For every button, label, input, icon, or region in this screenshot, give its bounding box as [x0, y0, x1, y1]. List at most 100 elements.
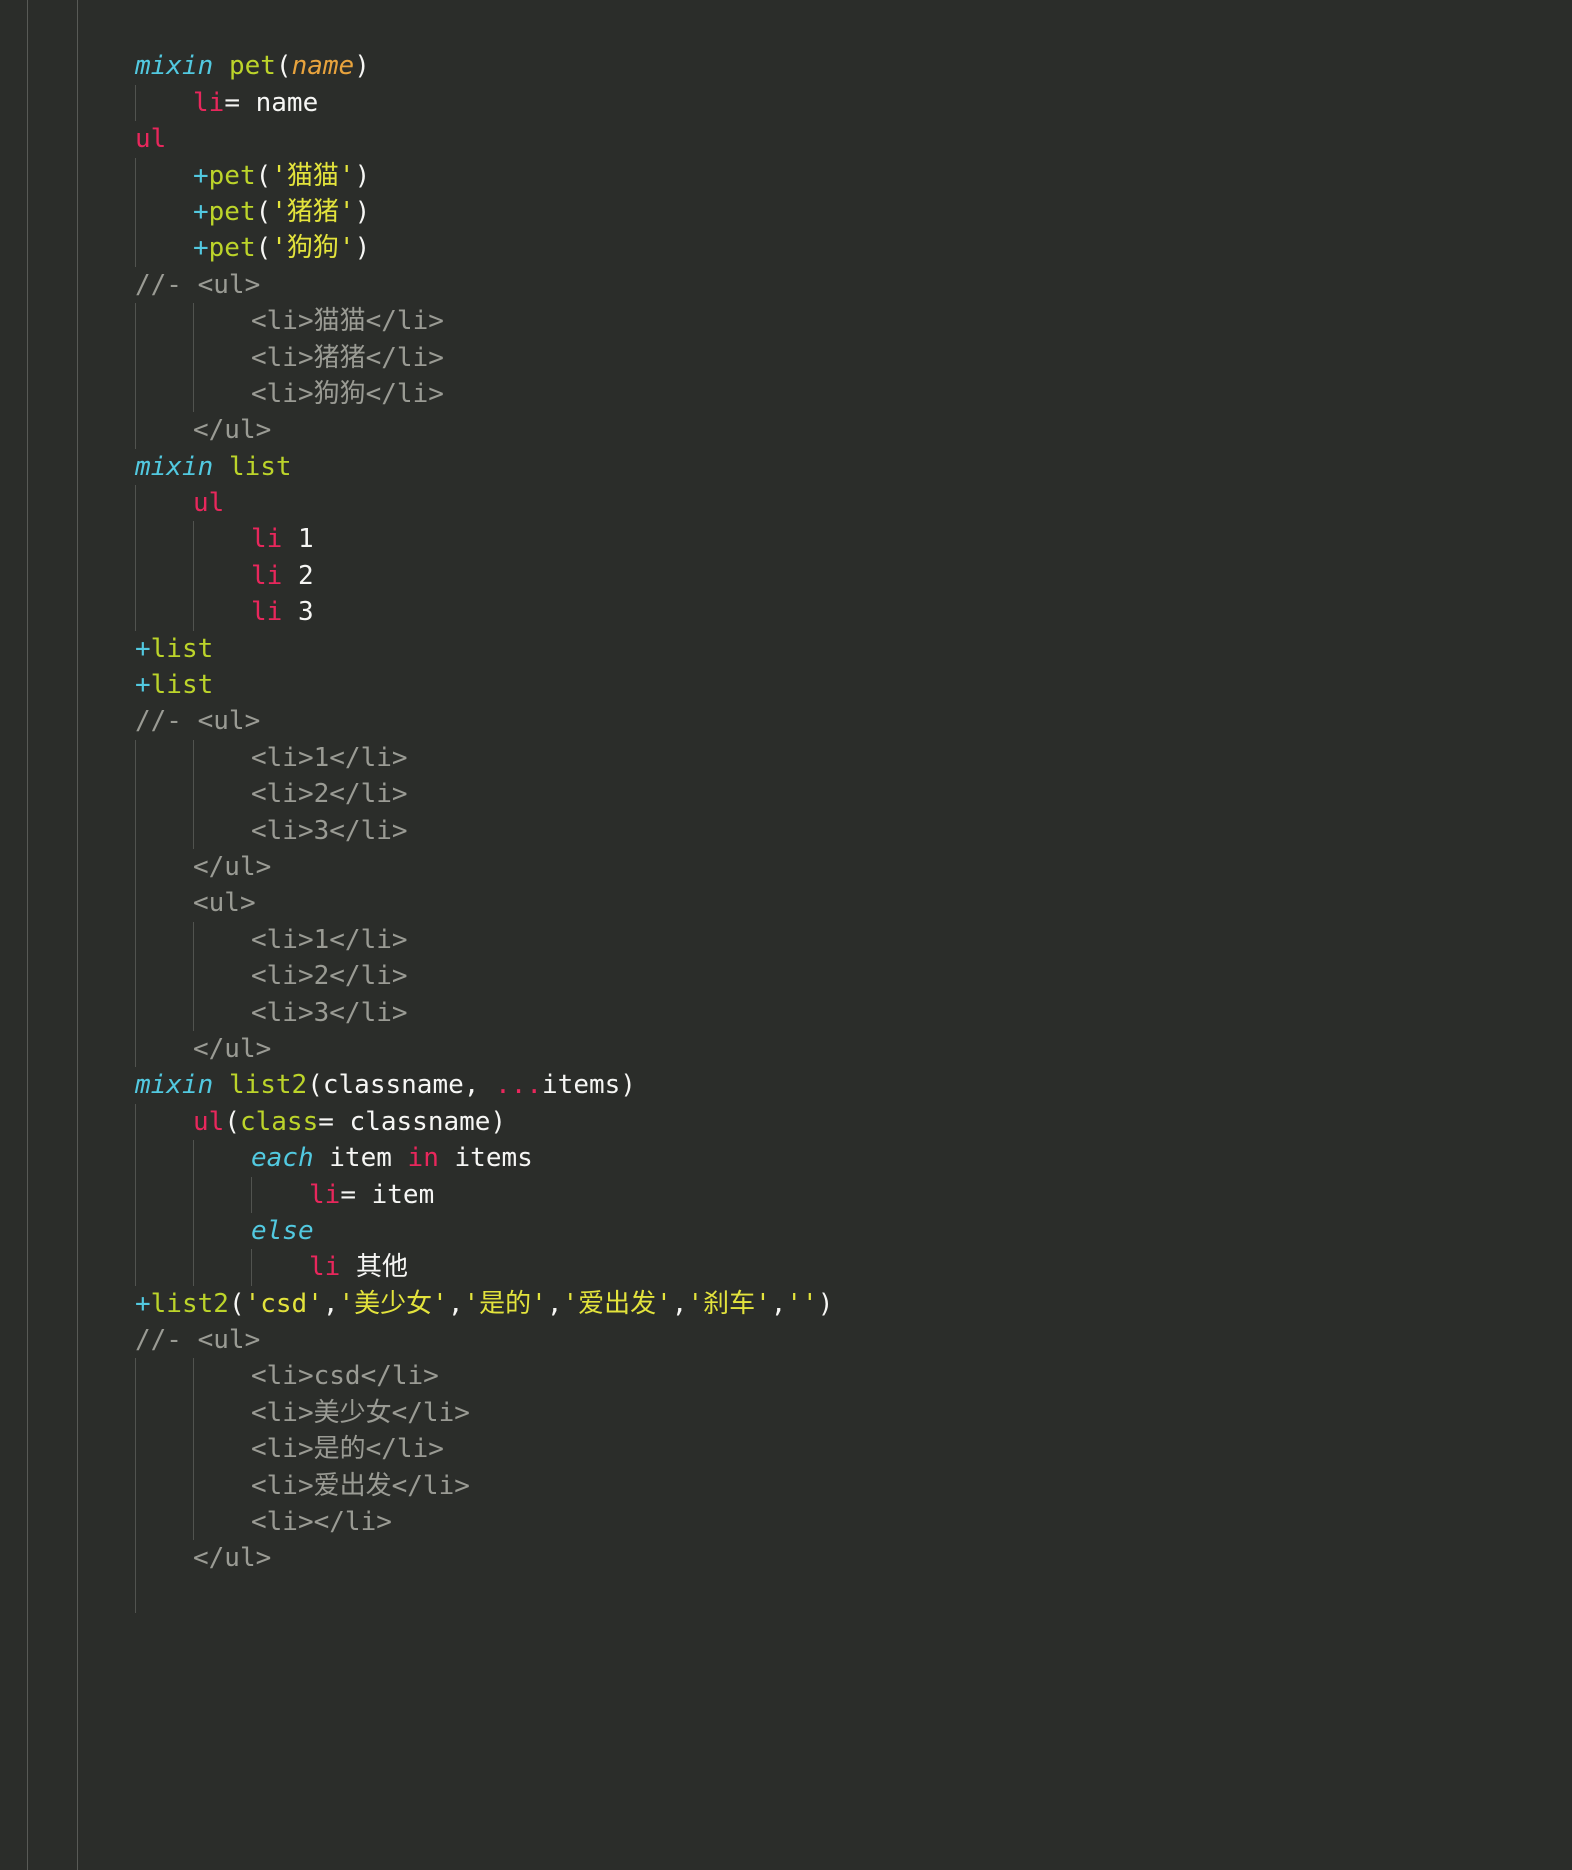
code-token-str: '美少女' — [338, 1288, 448, 1319]
code-line[interactable]: li 1 — [0, 521, 1572, 558]
code-token-plus: + — [193, 233, 209, 264]
code-token-fn: list — [150, 670, 214, 701]
code-token-kw: else — [251, 1215, 314, 1246]
code-line[interactable]: </ul> — [0, 1540, 1572, 1577]
code-line[interactable]: else — [0, 1212, 1572, 1250]
code-token-cmt: <li>1</li> — [251, 924, 408, 955]
code-token-fn: class — [239, 1106, 319, 1137]
code-line[interactable]: +list — [0, 667, 1572, 703]
code-line-text: <li>猫猫</li> — [0, 303, 444, 339]
code-token-cmt: <li>3</li> — [251, 815, 408, 846]
code-token-tag: li — [251, 560, 283, 591]
code-line[interactable]: ul — [0, 485, 1572, 522]
code-token-plain: = item — [340, 1179, 435, 1210]
code-line[interactable]: </ul> — [0, 848, 1572, 886]
code-line[interactable]: <li>3</li> — [0, 812, 1572, 849]
code-line[interactable]: <li></li> — [0, 1504, 1572, 1541]
code-line[interactable]: //- <ul> — [0, 267, 1572, 303]
code-line[interactable]: ul(class= classname) — [0, 1103, 1572, 1141]
code-token-plain: , — [770, 1288, 787, 1319]
code-line[interactable]: li 2 — [0, 557, 1572, 595]
code-surface[interactable]: mixin pet(name) li= name ul +pet('猫猫') +pet(… — [0, 0, 1572, 1870]
code-line[interactable]: <li>狗狗</li> — [0, 375, 1572, 413]
code-line[interactable]: <li>1</li> — [0, 739, 1572, 777]
code-line[interactable]: <li>猪猪</li> — [0, 339, 1572, 376]
code-line-text: <li></li> — [0, 1504, 392, 1540]
code-line[interactable]: mixin list — [0, 449, 1572, 485]
code-editor[interactable]: mixin pet(name) li= name ul +pet('猫猫') +pet(… — [0, 0, 1572, 1870]
code-line-text: each item in items — [0, 1140, 533, 1176]
code-line[interactable]: <li>爱出发</li> — [0, 1467, 1572, 1505]
code-token-plus: + — [135, 670, 151, 701]
code-line-text: </ul> — [0, 849, 271, 885]
indent-guides — [0, 485, 1572, 522]
code-token-tag: li — [309, 1179, 341, 1210]
code-token-fn: pet — [208, 196, 256, 227]
code-token-str: '刹车' — [687, 1288, 771, 1319]
code-line-text: li 2 — [0, 558, 314, 594]
code-token-tag: ul — [193, 488, 225, 519]
code-line-text: <li>2</li> — [0, 958, 408, 994]
code-line-text: </ul> — [0, 1540, 271, 1576]
code-token-str: '爱出发' — [562, 1288, 672, 1319]
code-line[interactable]: <li>1</li> — [0, 921, 1572, 959]
code-line-text: <ul> — [0, 885, 256, 921]
code-token-kw: mixin — [135, 1070, 214, 1101]
code-token-cmt: <li>美少女</li> — [251, 1397, 470, 1428]
code-token-cmt: <li></li> — [251, 1507, 392, 1538]
code-token-plain: ( — [224, 1106, 240, 1137]
code-line[interactable]: <li>3</li> — [0, 994, 1572, 1031]
code-line[interactable]: <li>美少女</li> — [0, 1394, 1572, 1432]
code-line[interactable]: //- <ul> — [0, 1322, 1572, 1358]
code-line[interactable]: li= name — [0, 84, 1572, 122]
code-line[interactable]: +pet('猫猫') — [0, 157, 1572, 194]
code-line[interactable]: <li>2</li> — [0, 776, 1572, 813]
code-token-str: '猪猪' — [271, 196, 355, 227]
code-line[interactable]: li= item — [0, 1176, 1572, 1213]
code-line[interactable]: </ul> — [0, 1030, 1572, 1068]
code-line-text: <li>美少女</li> — [0, 1395, 470, 1431]
code-line[interactable]: +pet('猪猪') — [0, 193, 1572, 231]
code-line-text: <li>1</li> — [0, 740, 408, 776]
code-token-tag: ... — [495, 1070, 543, 1101]
code-token-cmt: </ul> — [193, 415, 272, 446]
code-line[interactable]: //- <ul> — [0, 703, 1572, 739]
code-line[interactable]: </ul> — [0, 412, 1572, 449]
code-line[interactable]: <li>是的</li> — [0, 1431, 1572, 1468]
code-token-plain: , — [322, 1288, 339, 1319]
code-token-plain: ) — [354, 196, 371, 227]
code-line[interactable]: <ul> — [0, 885, 1572, 922]
code-token-tag: in — [407, 1143, 439, 1174]
code-line[interactable]: +pet('狗狗') — [0, 230, 1572, 267]
code-token-kw: mixin — [135, 451, 214, 482]
code-token-tag: li — [251, 524, 283, 555]
code-line[interactable] — [0, 12, 1572, 48]
code-line-text: else — [0, 1213, 314, 1249]
code-line[interactable]: mixin list2(classname, ...items) — [0, 1067, 1572, 1103]
code-line-text: li= item — [0, 1177, 434, 1213]
code-line-text: <li>1</li> — [0, 922, 408, 958]
code-token-fn: list — [228, 451, 292, 482]
code-line[interactable]: <li>猫猫</li> — [0, 303, 1572, 340]
code-line[interactable]: each item in items — [0, 1140, 1572, 1177]
code-line[interactable]: mixin pet(name) — [0, 48, 1572, 84]
code-line-text: </ul> — [0, 1031, 271, 1067]
code-token-plain: , — [546, 1288, 563, 1319]
code-token-plain: items) — [542, 1070, 636, 1101]
code-line[interactable]: li 其他 — [0, 1249, 1572, 1286]
code-line[interactable]: +list — [0, 631, 1572, 667]
code-line[interactable]: +list2('csd','美少女','是的','爱出发','刹车','') — [0, 1286, 1572, 1322]
code-token-plain: , — [671, 1288, 688, 1319]
code-line[interactable]: <li>2</li> — [0, 958, 1572, 995]
code-line-text: +pet('狗狗') — [0, 230, 370, 266]
code-line[interactable]: <li>csd</li> — [0, 1358, 1572, 1395]
code-token-tag: li — [251, 597, 283, 628]
indent-guides — [0, 12, 1572, 48]
code-line[interactable]: ul — [0, 121, 1572, 157]
code-line[interactable]: li 3 — [0, 594, 1572, 631]
code-token-cmt: <li>1</li> — [251, 742, 408, 773]
code-token-cmt: <li>csd</li> — [251, 1361, 439, 1392]
code-line-text: li 其他 — [0, 1249, 408, 1285]
code-line[interactable] — [0, 1576, 1572, 1614]
code-token-cmt: //- <ul> — [135, 706, 261, 737]
